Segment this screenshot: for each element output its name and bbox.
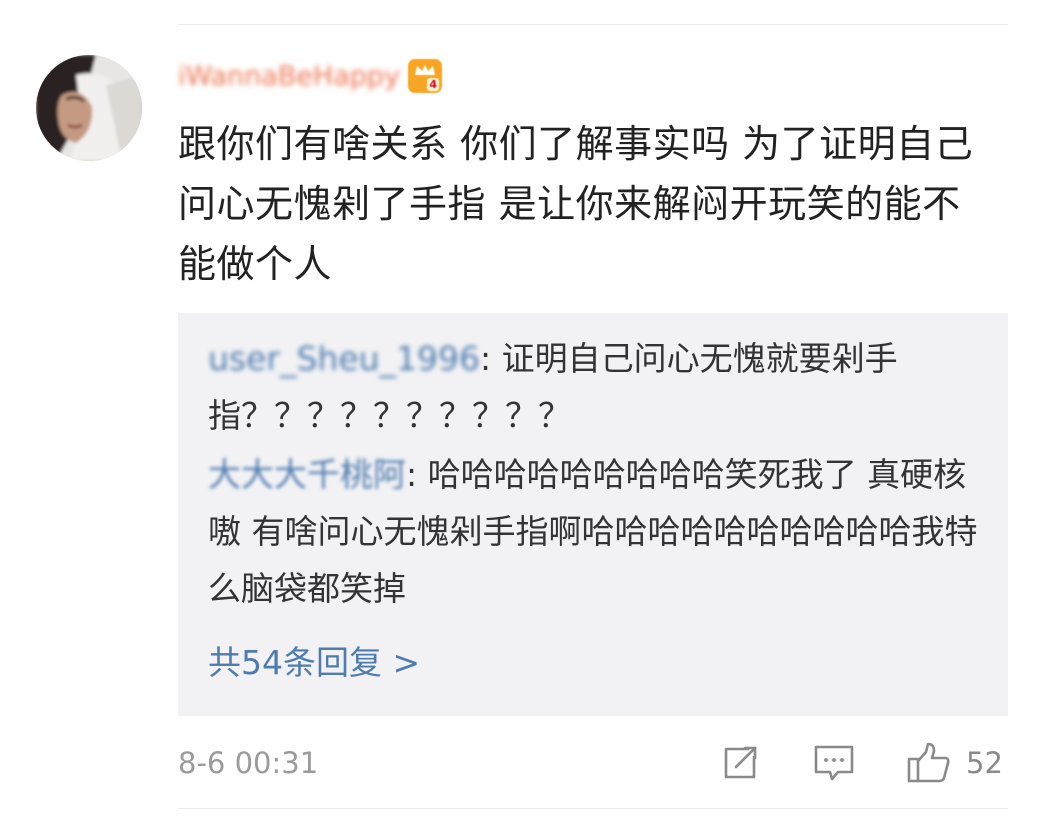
comment-timestamp: 8-6 00:31	[178, 746, 319, 780]
avatar-photo	[36, 55, 142, 161]
like-count: 52	[966, 746, 1003, 780]
reply-author[interactable]: user_Sheu_1996	[208, 339, 480, 378]
reply-author[interactable]: 大大大千桃阿	[208, 455, 406, 494]
bottom-divider	[178, 808, 1008, 809]
crown-icon	[415, 65, 436, 75]
vip-level: 4	[427, 78, 440, 91]
reply-item[interactable]: user_Sheu_1996: 证明自己问心无愧就要剁手指？？？？？？？？？？	[208, 330, 978, 444]
reply-item[interactable]: 大大大千桃阿: 哈哈哈哈哈哈哈哈哈笑死我了 真硬核嗷 有啥问心无愧剁手指啊哈哈哈…	[208, 446, 978, 617]
vip-badge-icon[interactable]: 4	[408, 59, 443, 93]
comment-icon	[814, 745, 854, 781]
top-divider	[178, 24, 1008, 25]
repost-icon	[724, 746, 757, 779]
more-replies-link[interactable]: 共54条回复 >	[208, 639, 420, 687]
like-button[interactable]: 52	[906, 740, 1003, 786]
comment-header: iWannaBeHappy 4	[178, 56, 443, 96]
repost-button[interactable]	[719, 740, 761, 786]
avatar[interactable]	[36, 55, 142, 161]
username[interactable]: iWannaBeHappy	[178, 61, 400, 92]
thumbs-up-icon	[907, 742, 950, 783]
reply-box[interactable]: user_Sheu_1996: 证明自己问心无愧就要剁手指？？？？？？？？？？ …	[178, 313, 1008, 716]
reply-separator: :	[480, 339, 502, 378]
comment-button[interactable]	[812, 740, 856, 786]
reply-separator: :	[406, 455, 428, 494]
comment-text: 跟你们有啥关系 你们了解事实吗 为了证明自己问心无愧剁了手指 是让你来解闷开玩笑…	[178, 122, 974, 286]
